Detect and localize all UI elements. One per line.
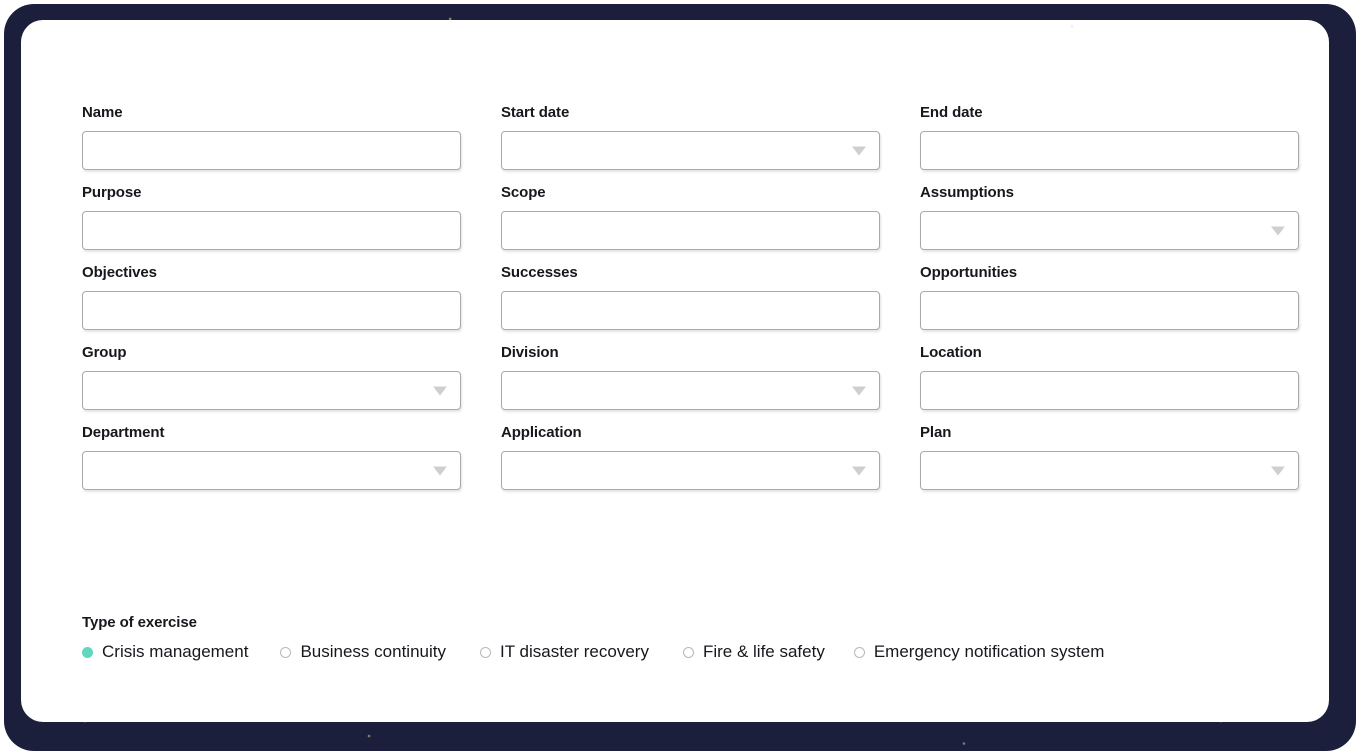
exercise-form: Name Start date End date Purpose Scope Assump… bbox=[82, 104, 1299, 504]
group-select[interactable] bbox=[83, 372, 460, 409]
radio-option-fire-life-safety[interactable]: Fire & life safety bbox=[682, 642, 825, 662]
location-control[interactable] bbox=[920, 371, 1299, 410]
purpose-input[interactable] bbox=[83, 212, 460, 249]
form-row: Purpose Scope Assumptions bbox=[82, 184, 1299, 250]
form-field-scope: Scope bbox=[501, 184, 880, 250]
radio-empty-icon[interactable] bbox=[853, 646, 865, 658]
radio-empty-icon[interactable] bbox=[682, 646, 694, 658]
division-label: Division bbox=[501, 344, 559, 361]
form-field-department: Department bbox=[82, 424, 461, 490]
division-control[interactable] bbox=[501, 371, 880, 410]
form-field-opportunities: Opportunities bbox=[920, 264, 1299, 330]
radio-label-it-disaster-recovery: IT disaster recovery bbox=[499, 642, 649, 661]
application-select[interactable] bbox=[502, 452, 879, 489]
radio-label-business-continuity: Business continuity bbox=[300, 642, 446, 661]
form-field-assumptions: Assumptions bbox=[920, 184, 1299, 250]
radio-option-emergency-notification-system[interactable]: Emergency notification system bbox=[853, 642, 1105, 662]
type-of-exercise-group: Type of exercise Crisis management Busine… bbox=[82, 614, 1294, 662]
end-date-label: End date bbox=[920, 104, 983, 121]
form-field-purpose: Purpose bbox=[82, 184, 461, 250]
start-date-control[interactable] bbox=[501, 131, 880, 170]
plan-label: Plan bbox=[920, 424, 952, 441]
department-control[interactable] bbox=[82, 451, 461, 490]
form-card: Name Start date End date Purpose Scope Assump… bbox=[21, 20, 1329, 722]
objectives-input[interactable] bbox=[83, 292, 460, 329]
name-label: Name bbox=[82, 104, 123, 121]
plan-select[interactable] bbox=[921, 452, 1298, 489]
objectives-label: Objectives bbox=[82, 264, 157, 281]
form-field-end-date: End date bbox=[920, 104, 1299, 170]
radio-option-crisis-management[interactable]: Crisis management bbox=[82, 642, 248, 662]
successes-input[interactable] bbox=[502, 292, 879, 329]
form-field-division: Division bbox=[501, 344, 880, 410]
department-select[interactable] bbox=[83, 452, 460, 489]
window-frame: Name Start date End date Purpose Scope Assump… bbox=[4, 4, 1356, 751]
assumptions-control[interactable] bbox=[920, 211, 1299, 250]
purpose-label: Purpose bbox=[82, 184, 142, 201]
application-label: Application bbox=[501, 424, 582, 441]
successes-label: Successes bbox=[501, 264, 578, 281]
form-field-plan: Plan bbox=[920, 424, 1299, 490]
form-field-objectives: Objectives bbox=[82, 264, 461, 330]
department-label: Department bbox=[82, 424, 165, 441]
application-control[interactable] bbox=[501, 451, 880, 490]
form-field-start-date: Start date bbox=[501, 104, 880, 170]
radio-selected-icon[interactable] bbox=[82, 646, 93, 658]
division-select[interactable] bbox=[502, 372, 879, 409]
group-label: Group bbox=[82, 344, 127, 361]
form-field-location: Location bbox=[920, 344, 1299, 410]
purpose-control[interactable] bbox=[82, 211, 461, 250]
assumptions-label: Assumptions bbox=[920, 184, 1014, 201]
objectives-control[interactable] bbox=[82, 291, 461, 330]
radio-option-it-disaster-recovery[interactable]: IT disaster recovery bbox=[479, 642, 649, 662]
end-date-control[interactable] bbox=[920, 131, 1299, 170]
scope-input[interactable] bbox=[502, 212, 879, 249]
opportunities-control[interactable] bbox=[920, 291, 1299, 330]
form-row: Name Start date End date bbox=[82, 104, 1299, 170]
opportunities-input[interactable] bbox=[921, 292, 1298, 329]
radio-label-fire-life-safety: Fire & life safety bbox=[702, 642, 825, 661]
start-date-label: Start date bbox=[501, 104, 570, 121]
opportunities-label: Opportunities bbox=[920, 264, 1018, 281]
form-field-application: Application bbox=[501, 424, 880, 490]
name-control[interactable] bbox=[82, 131, 461, 170]
start-date-select[interactable] bbox=[502, 132, 879, 169]
group-control[interactable] bbox=[82, 371, 461, 410]
radio-empty-icon[interactable] bbox=[479, 646, 491, 658]
form-row: Objectives Successes Opportunities bbox=[82, 264, 1299, 330]
scope-label: Scope bbox=[501, 184, 546, 201]
form-field-name: Name bbox=[82, 104, 461, 170]
radio-label-crisis-management: Crisis management bbox=[102, 642, 249, 661]
screenshot-viewport: Name Start date End date Purpose Scope Assump… bbox=[0, 0, 1360, 751]
location-input[interactable] bbox=[921, 372, 1298, 409]
radio-empty-icon[interactable] bbox=[280, 646, 292, 658]
plan-control[interactable] bbox=[920, 451, 1299, 490]
type-of-exercise-options: Crisis management Business continuity IT d… bbox=[82, 642, 1294, 662]
successes-control[interactable] bbox=[501, 291, 880, 330]
form-row: Group Division Location bbox=[82, 344, 1299, 410]
assumptions-select[interactable] bbox=[921, 212, 1298, 249]
scope-control[interactable] bbox=[501, 211, 880, 250]
end-date-input[interactable] bbox=[921, 132, 1298, 169]
name-input[interactable] bbox=[83, 132, 460, 169]
radio-label-emergency-notification-system: Emergency notification system bbox=[873, 642, 1105, 661]
radio-option-business-continuity[interactable]: Business continuity bbox=[280, 642, 446, 662]
type-of-exercise-label: Type of exercise bbox=[82, 614, 197, 631]
location-label: Location bbox=[920, 344, 982, 361]
form-row: Department Application Plan bbox=[82, 424, 1299, 490]
form-field-successes: Successes bbox=[501, 264, 880, 330]
form-field-group: Group bbox=[82, 344, 461, 410]
